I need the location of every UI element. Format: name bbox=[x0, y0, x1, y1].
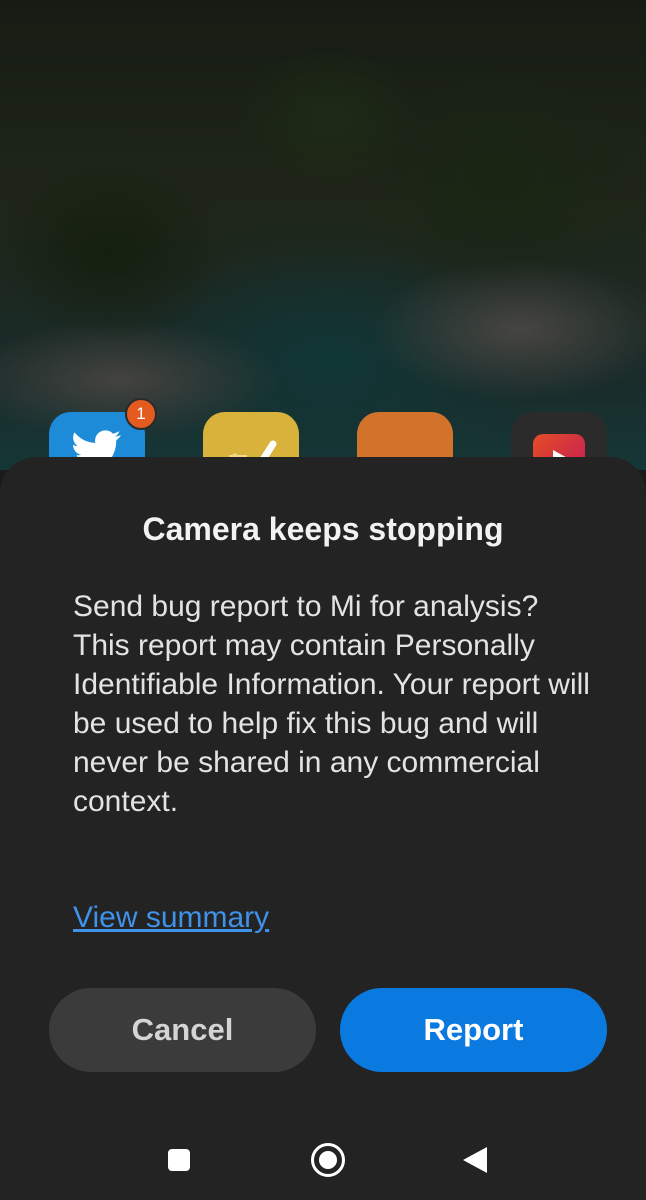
wallpaper-dim-overlay bbox=[0, 0, 646, 470]
report-button[interactable]: Report bbox=[340, 988, 607, 1072]
home-wallpaper bbox=[0, 0, 646, 470]
cancel-button[interactable]: Cancel bbox=[49, 988, 316, 1072]
back-triangle-icon[interactable] bbox=[463, 1147, 487, 1173]
dialog-message: Send bug report to Mi for analysis? This… bbox=[73, 590, 590, 818]
notification-badge: 1 bbox=[125, 398, 157, 430]
crash-report-dialog: Camera keeps stopping Send bug report to… bbox=[0, 457, 646, 1200]
view-summary-link[interactable]: View summary bbox=[73, 898, 269, 938]
phone-screen: 1 Camera keeps stopping Send bug report … bbox=[0, 0, 646, 1200]
dialog-title: Camera keeps stopping bbox=[142, 511, 504, 547]
navigation-bar bbox=[0, 1120, 646, 1200]
recent-apps-square-icon[interactable] bbox=[168, 1149, 190, 1171]
home-circle-icon[interactable] bbox=[311, 1143, 345, 1177]
